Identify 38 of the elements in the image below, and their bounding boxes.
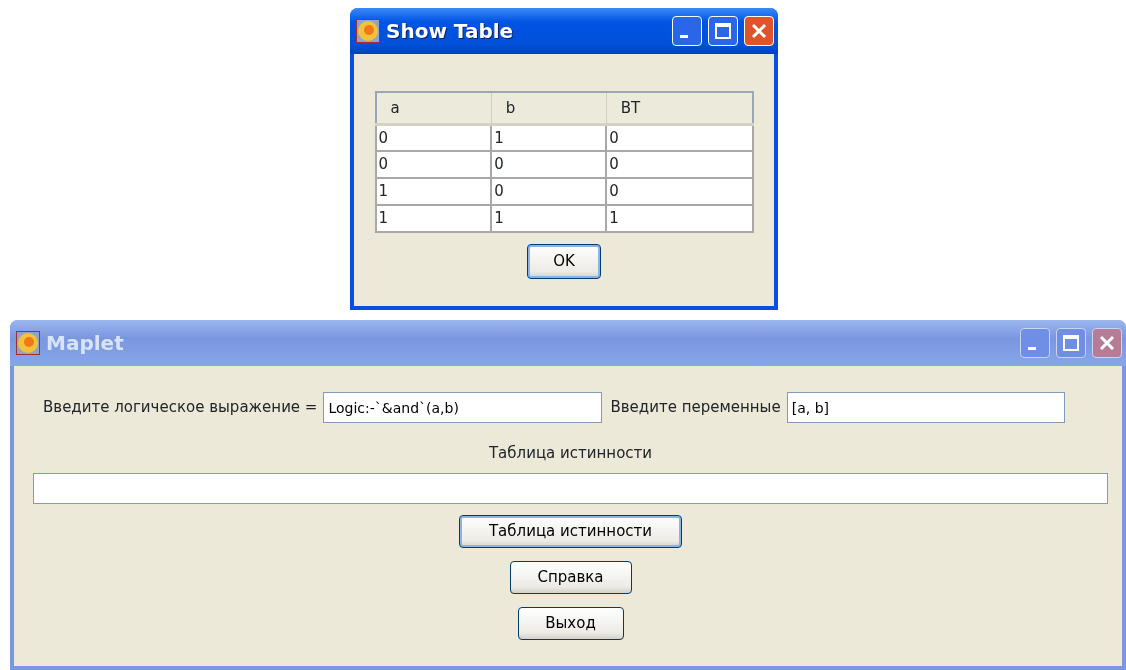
expression-field[interactable]: Logic:-`&and`(a,b) — [323, 392, 603, 423]
column-header[interactable]: BT — [606, 92, 753, 124]
close-button[interactable] — [1092, 328, 1122, 358]
field-label: Введите переменные — [610, 397, 781, 419]
table-cell: 0 — [375, 124, 492, 151]
table-cell: 1 — [491, 205, 607, 232]
window-title: Show Table — [386, 18, 515, 45]
maximize-icon — [1062, 334, 1080, 352]
action-button[interactable]: Справка — [509, 560, 632, 594]
app-icon — [16, 331, 40, 355]
table-cell: 0 — [491, 178, 607, 205]
minimize-icon — [1028, 346, 1036, 350]
ok-button[interactable]: OK — [527, 244, 601, 279]
variables-field[interactable]: [a, b] — [786, 392, 1065, 423]
table-cell: 1 — [491, 124, 607, 151]
table-cell: 0 — [606, 178, 753, 205]
window-title: Maplet — [46, 330, 125, 357]
table-cell: 0 — [491, 151, 607, 178]
table-cell: 1 — [606, 205, 753, 232]
column-header[interactable]: a — [375, 92, 492, 124]
minimize-icon — [680, 34, 688, 38]
maximize-button[interactable] — [1056, 328, 1086, 358]
column-header[interactable]: b — [491, 92, 607, 124]
action-button[interactable]: Таблица истинности — [459, 514, 682, 548]
table-cell: 1 — [375, 205, 492, 232]
close-icon — [1098, 334, 1116, 352]
result-field[interactable] — [33, 472, 1108, 504]
table-cell: 0 — [606, 124, 753, 151]
field-label: Введите логическое выражение = — [43, 397, 318, 419]
action-button[interactable]: Выход — [517, 606, 624, 640]
table-cell: 1 — [375, 178, 492, 205]
minimize-button[interactable] — [1020, 328, 1050, 358]
result-label: Таблица истинности — [488, 443, 653, 464]
app-icon — [356, 19, 380, 43]
maximize-icon — [714, 22, 732, 40]
table-cell: 0 — [375, 151, 492, 178]
close-icon — [750, 22, 768, 40]
table-cell: 0 — [606, 151, 753, 178]
